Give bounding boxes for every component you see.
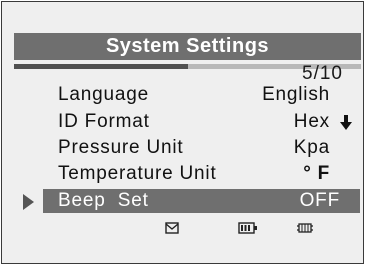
menu-item-value: ° F <box>303 163 330 185</box>
menu-item-beep-set[interactable]: Beep Set OFF <box>43 189 360 213</box>
degree-symbol: ° <box>303 163 312 184</box>
page-indicator: 5/10 <box>302 63 343 84</box>
selection-pointer-icon <box>23 194 34 210</box>
menu-item-value: Kpa <box>293 137 330 158</box>
envelope-icon <box>165 222 179 234</box>
menu-item-temperature-unit[interactable]: Temperature Unit ° F <box>43 162 360 186</box>
vehicle-connection-icon <box>297 223 313 233</box>
menu-item-label: Pressure Unit <box>58 137 184 158</box>
menu-item-value: Hex <box>293 111 330 132</box>
menu-item-id-format[interactable]: ID Format Hex <box>43 110 360 134</box>
page-progress-fill <box>14 64 188 69</box>
menu-item-pressure-unit[interactable]: Pressure Unit Kpa <box>43 136 360 160</box>
page-title: System Settings <box>14 33 361 60</box>
menu-item-label: Temperature Unit <box>58 163 217 184</box>
temperature-unit-value: F <box>317 163 330 184</box>
page-title-text: System Settings <box>105 35 270 57</box>
menu-item-label: Beep Set <box>58 190 149 211</box>
device-screen: System Settings 5/10 Language English ID… <box>1 1 364 264</box>
battery-icon <box>238 222 257 234</box>
arrow-down-icon[interactable] <box>340 115 352 131</box>
menu-item-value: English <box>262 84 330 105</box>
menu-item-value: OFF <box>299 190 340 211</box>
menu-item-label: Language <box>58 84 149 105</box>
menu-item-label: ID Format <box>58 111 150 132</box>
menu-item-language[interactable]: Language English <box>43 83 360 107</box>
